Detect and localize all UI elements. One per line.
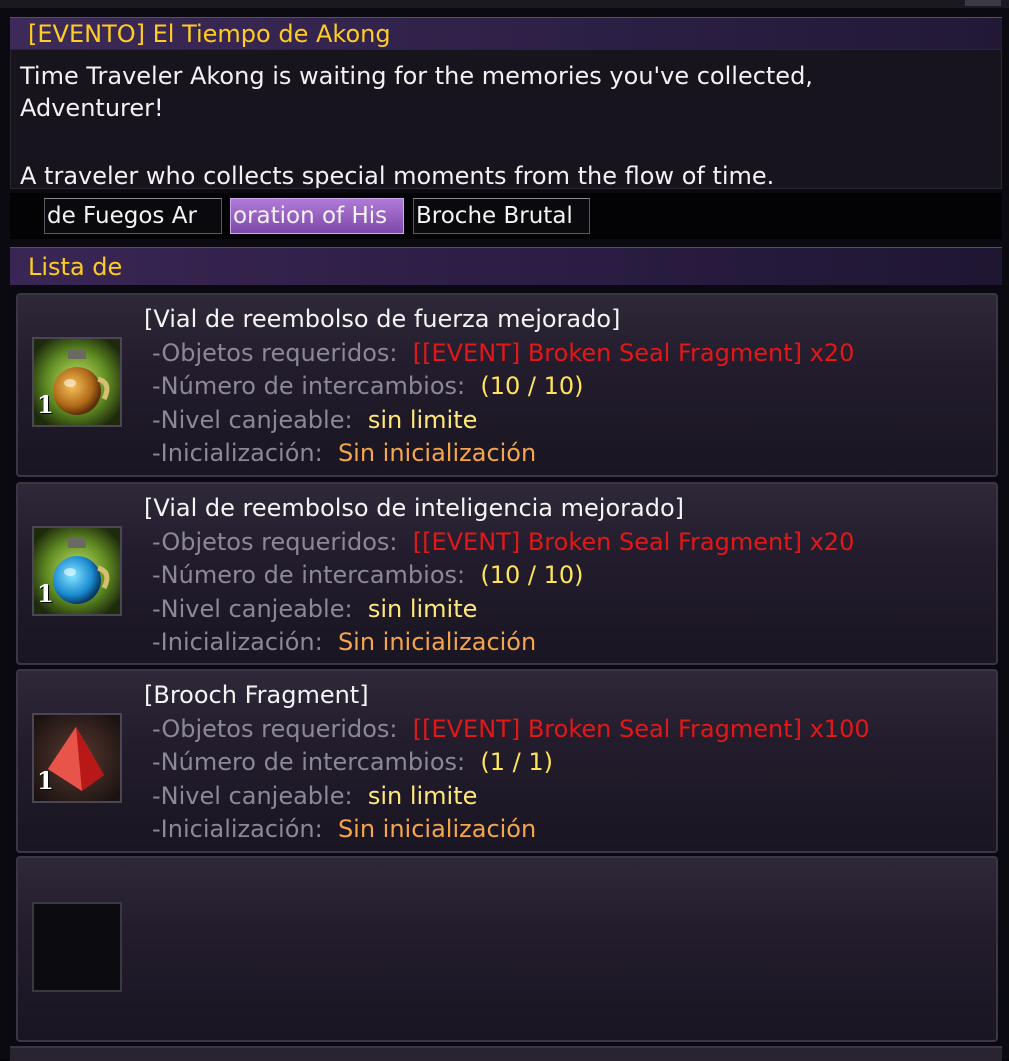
tab-broche-brutal[interactable]: Broche Brutal — [413, 198, 590, 234]
exchange-item[interactable]: 1 [Brooch Fragment] -Objetos requeridos:… — [16, 669, 998, 853]
required-items-value: [[EVENT] Broken Seal Fragment] x20 — [412, 527, 855, 556]
required-items-value: [[EVENT] Broken Seal Fragment] x100 — [412, 714, 870, 743]
event-description: Time Traveler Akong is waiting for the m… — [10, 49, 1002, 189]
redeem-level-label: -Nivel canjeable: — [152, 405, 353, 434]
exchange-item[interactable]: 1 [Vial de reembolso de inteligencia mej… — [16, 482, 998, 665]
exchange-item[interactable]: 1 [Vial de reembolso de fuerza mejorado]… — [16, 293, 998, 477]
item-quantity: 1 — [37, 766, 54, 795]
initialization-value: Sin inicialización — [337, 815, 537, 843]
tab-decoration-of-history[interactable]: oration of His — [230, 198, 404, 234]
item-slot[interactable]: 1 — [32, 337, 122, 427]
item-name: [Vial de reembolso de inteligencia mejor… — [144, 494, 684, 522]
required-items-label: -Objetos requeridos: — [152, 338, 398, 367]
item-name: [Brooch Fragment] — [144, 681, 369, 709]
exchange-count-value: (1 / 1) — [480, 748, 553, 776]
exchange-count-label: -Número de intercambios: — [152, 561, 466, 589]
exchange-count-label: -Número de intercambios: — [152, 372, 466, 400]
item-slot[interactable]: 1 — [32, 526, 122, 616]
item-quantity: 1 — [37, 390, 54, 419]
description-line: Time Traveler Akong is waiting for the m… — [20, 62, 813, 90]
scroll-handle[interactable] — [965, 0, 1001, 6]
redeem-level-value: sin limite — [367, 594, 478, 623]
exchange-count-label: -Número de intercambios: — [152, 748, 466, 776]
window-top-border — [0, 0, 1009, 8]
exchange-window: [EVENTO] El Tiempo de Akong Time Travele… — [0, 0, 1009, 1061]
exchange-item-empty[interactable] — [16, 856, 998, 1042]
item-name: [Vial de reembolso de fuerza mejorado] — [144, 305, 621, 333]
required-items-value: [[EVENT] Broken Seal Fragment] x20 — [412, 338, 855, 367]
required-items-label: -Objetos requeridos: — [152, 527, 398, 556]
exchange-count-value: (10 / 10) — [480, 561, 584, 589]
initialization-value: Sin inicialización — [337, 439, 537, 467]
tab-fuegos-artificiales[interactable]: de Fuegos Ar — [44, 198, 222, 234]
exchange-list: 1 [Vial de reembolso de fuerza mejorado]… — [10, 285, 1002, 1059]
item-slot[interactable]: 1 — [32, 713, 122, 803]
redeem-level-label: -Nivel canjeable: — [152, 781, 353, 810]
category-tabs: de Fuegos Ar oration of His Broche Bruta… — [10, 193, 1002, 239]
empty-item-slot — [32, 902, 122, 992]
required-items-label: -Objetos requeridos: — [152, 714, 398, 743]
initialization-label: -Inicialización: — [152, 815, 323, 843]
list-header: Lista de — [10, 247, 1002, 285]
initialization-label: -Inicialización: — [152, 628, 323, 656]
initialization-label: -Inicialización: — [152, 439, 323, 467]
redeem-level-label: -Nivel canjeable: — [152, 594, 353, 623]
description-line: A traveler who collects special moments … — [20, 162, 775, 189]
initialization-value: Sin inicialización — [337, 628, 537, 656]
redeem-level-value: sin limite — [367, 405, 478, 434]
redeem-level-value: sin limite — [367, 781, 478, 810]
exchange-count-value: (10 / 10) — [480, 372, 584, 400]
item-quantity: 1 — [37, 579, 54, 608]
event-title: [EVENTO] El Tiempo de Akong — [10, 17, 1002, 49]
description-line: Adventurer! — [20, 94, 164, 122]
